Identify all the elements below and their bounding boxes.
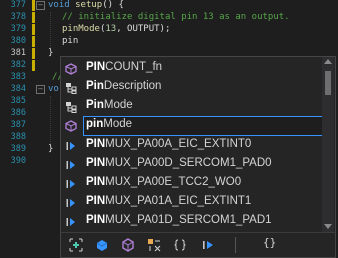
- show-all-filter-icon[interactable]: [69, 238, 83, 252]
- field-filter-icon[interactable]: [95, 238, 109, 252]
- line-number: 379: [10, 24, 26, 34]
- completion-label: PINMUX_PA00E_TCC2_WO0: [86, 176, 242, 188]
- line-number: 377: [10, 0, 26, 10]
- completion-item[interactable]: PINMUX_PA01A_EIC_EXTINT1: [61, 193, 323, 213]
- line-number: 384: [10, 84, 26, 94]
- change-marker: [32, 12, 35, 23]
- code-text: () {: [102, 0, 124, 10]
- fold-collapse-icon[interactable]: −: [36, 85, 45, 94]
- class-icon: [66, 83, 77, 94]
- change-marker: [32, 0, 35, 11]
- snippet-filter-button[interactable]: {}: [263, 236, 276, 249]
- completion-label: pinMode: [86, 118, 133, 130]
- completion-item-selected[interactable]: pinMode: [61, 116, 327, 136]
- macro-filter-icon[interactable]: [201, 238, 215, 252]
- completion-label: PINCOUNT_fn: [86, 61, 163, 73]
- completion-item[interactable]: PINCOUNT_fn: [61, 59, 323, 79]
- function-name: setup: [75, 0, 103, 10]
- code-line[interactable]: void setup() {: [48, 0, 124, 11]
- line-number: 382: [10, 60, 26, 70]
- code-line[interactable]: pinMode(13, OUTPUT);: [62, 24, 170, 35]
- code-comment: // initialize digital pin 13 as an outpu…: [62, 12, 290, 22]
- keyword-void: vo: [48, 84, 59, 94]
- intellisense-popup[interactable]: PINCOUNT_fn PinDescription PinMode pinMo…: [60, 56, 336, 258]
- change-marker: [32, 24, 35, 35]
- completion-label: PINMUX_PA01D_SERCOM1_PAD1: [86, 214, 272, 226]
- indent-guide: [50, 12, 51, 48]
- scroll-up-arrow-icon[interactable]: [324, 59, 332, 64]
- macro-icon: [66, 142, 75, 150]
- line-number: 389: [10, 144, 26, 154]
- completion-label: PINMUX_PA01A_EIC_EXTINT1: [86, 195, 252, 207]
- method-filter-icon[interactable]: [121, 238, 135, 252]
- keyword-void: void: [48, 0, 70, 10]
- line-number: 386: [10, 108, 26, 118]
- line-number: 380: [10, 36, 26, 46]
- code-line[interactable]: }: [48, 144, 53, 155]
- cube-icon: [65, 120, 77, 132]
- code-text: }: [48, 48, 54, 58]
- code-line[interactable]: vo: [48, 84, 59, 95]
- indent-guide: [50, 96, 51, 144]
- completion-item[interactable]: PINMUX_PA00E_TCC2_WO0: [61, 174, 323, 194]
- namespace-filter-icon[interactable]: [173, 238, 187, 252]
- class-icon: [66, 102, 77, 113]
- popup-scrollbar[interactable]: [322, 57, 334, 232]
- completion-item[interactable]: PINMUX_PA00D_SERCOM1_PAD0: [61, 155, 323, 175]
- number-literal: 13: [105, 24, 117, 34]
- scroll-thumb[interactable]: [325, 71, 331, 95]
- change-marker: [32, 48, 35, 59]
- line-number: 388: [10, 132, 26, 142]
- typed-text: pin: [62, 36, 79, 46]
- code-line-current[interactable]: pin: [62, 36, 78, 47]
- change-marker: [32, 60, 35, 71]
- code-line[interactable]: }: [48, 48, 53, 59]
- code-text: , OUTPUT);: [116, 24, 171, 34]
- completion-item[interactable]: PinDescription: [61, 78, 323, 98]
- function-call: pinMode: [62, 24, 100, 34]
- macro-icon: [66, 199, 75, 207]
- macro-icon: [66, 180, 75, 188]
- completion-item[interactable]: PINMUX_PA00A_EIC_EXTINT0: [61, 136, 323, 156]
- change-marker: [32, 36, 35, 47]
- completion-item[interactable]: PinMode: [61, 97, 323, 117]
- macro-icon: [66, 161, 75, 169]
- code-text: }: [48, 144, 54, 154]
- code-line[interactable]: // initialize digital pin 13 as an outpu…: [62, 12, 290, 23]
- macro-icon: [66, 218, 75, 226]
- filter-separator: [235, 237, 236, 253]
- scroll-down-arrow-icon[interactable]: [324, 224, 332, 229]
- line-number: 383: [10, 72, 26, 82]
- type-filter-icon[interactable]: [147, 238, 161, 252]
- completion-filter-bar: {}: [61, 232, 335, 257]
- completion-item[interactable]: PINMUX_PA01D_SERCOM1_PAD1: [61, 212, 323, 232]
- line-number: 385: [10, 96, 26, 106]
- completion-label: PinDescription: [86, 80, 162, 92]
- cube-icon: [65, 63, 77, 75]
- completion-label: PinMode: [86, 99, 133, 111]
- fold-collapse-icon[interactable]: −: [36, 1, 45, 10]
- line-number: 378: [10, 12, 26, 22]
- line-number: 387: [10, 120, 26, 130]
- completion-label: PINMUX_PA00D_SERCOM1_PAD0: [86, 157, 272, 169]
- line-number: 390: [10, 156, 26, 166]
- completion-label: PINMUX_PA00A_EIC_EXTINT0: [86, 138, 252, 150]
- line-number-current: 381: [10, 48, 26, 58]
